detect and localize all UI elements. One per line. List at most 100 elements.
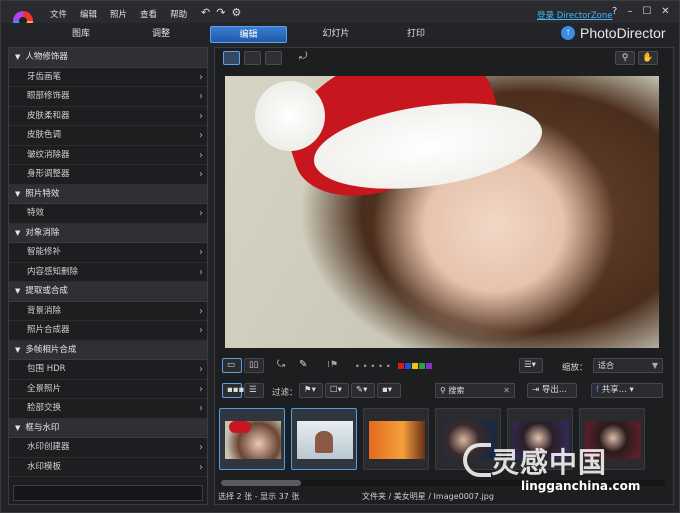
- chevron-right-icon: ›: [199, 247, 203, 258]
- tab-edit[interactable]: 编辑: [210, 26, 287, 43]
- section-header[interactable]: ▼ 人物修饰器: [9, 48, 207, 68]
- flag-filter-button[interactable]: ⚑▾: [299, 383, 323, 398]
- tab-library[interactable]: 图库: [51, 26, 111, 43]
- section-title: 提取或合成: [25, 286, 68, 296]
- tool-item[interactable]: 皮肤柔和器 ›: [9, 107, 207, 126]
- section-header[interactable]: ▼ 提取或合成: [9, 282, 207, 302]
- magnifier-icon[interactable]: ⚲: [615, 51, 635, 65]
- tool-item[interactable]: 智能修补 ›: [9, 243, 207, 263]
- edit-filter-button[interactable]: ✎▾: [351, 383, 375, 398]
- thumbnail[interactable]: [507, 408, 573, 470]
- clear-search-icon[interactable]: ✕: [503, 384, 510, 397]
- app-window: 文件 编辑 照片 查看 帮助 ↶ ↷ ⚙ 登录 DirectorZone ? –…: [0, 0, 680, 513]
- thumbnail[interactable]: [291, 408, 357, 470]
- tool-item[interactable]: 特效 ›: [9, 204, 207, 224]
- section-header[interactable]: ▼ 多帧相片合成: [9, 340, 207, 360]
- thumbnail[interactable]: [219, 408, 285, 470]
- tool-item[interactable]: 水印模板 ›: [9, 458, 207, 477]
- export-label: 导出...: [541, 385, 567, 395]
- brush-icon[interactable]: ✎: [299, 359, 307, 370]
- search-input[interactable]: ⚲ 搜索 ✕: [435, 383, 515, 398]
- upgrade-arrow-icon[interactable]: ↑: [561, 26, 575, 40]
- undo-icon[interactable]: ↶: [201, 6, 210, 19]
- view-grid-button[interactable]: [265, 51, 282, 65]
- collapse-triangle-icon: ▼: [15, 189, 21, 198]
- tool-item[interactable]: 身形调整器 ›: [9, 165, 207, 185]
- close-button[interactable]: ✕: [661, 6, 669, 17]
- rating-filter-button[interactable]: ☐▾: [325, 383, 349, 398]
- view-toolbar: ▭ ▯▯ ⤿ ✎ ⁞⚑ ••••• ☰▾ 缩放： 适合 ▼: [215, 356, 675, 376]
- menu-photo[interactable]: 照片: [110, 8, 127, 20]
- tool-item[interactable]: 牙齿画笔 ›: [9, 68, 207, 87]
- help-button[interactable]: ?: [612, 6, 617, 17]
- tool-item-label: 全景照片: [27, 383, 62, 394]
- photo-viewer[interactable]: [225, 76, 659, 348]
- flag-icon[interactable]: ⁞⚑: [327, 360, 338, 370]
- login-link[interactable]: 登录 DirectorZone: [537, 9, 613, 21]
- selection-status: 选择 2 张 - 显示 37 张: [218, 492, 300, 501]
- chevron-right-icon: ›: [199, 110, 203, 122]
- color-label-swatch[interactable]: [419, 363, 425, 369]
- menu-edit[interactable]: 编辑: [80, 8, 97, 20]
- tool-item-label: 皱纹消除器: [27, 149, 70, 160]
- rating-stars[interactable]: •••••: [355, 362, 394, 371]
- panel-bottom-field[interactable]: [13, 485, 203, 501]
- sort-button[interactable]: ☰▾: [519, 358, 543, 373]
- tool-item[interactable]: 皮肤色调 ›: [9, 126, 207, 146]
- single-view-button[interactable]: ▭: [222, 358, 242, 373]
- settings-gear-icon[interactable]: ⚙: [231, 6, 241, 19]
- color-label-swatch[interactable]: [412, 363, 418, 369]
- scrollbar-thumb[interactable]: [221, 480, 301, 486]
- chevron-right-icon: ›: [199, 305, 203, 317]
- menu-file[interactable]: 文件: [50, 8, 67, 20]
- menu-help[interactable]: 帮助: [170, 8, 187, 20]
- zoom-select[interactable]: 适合 ▼: [593, 358, 663, 373]
- tool-item[interactable]: 水印创建器 ›: [9, 438, 207, 458]
- section-header[interactable]: ▼ 照片特效: [9, 184, 207, 204]
- thumbnail[interactable]: [435, 408, 501, 470]
- hand-pan-icon[interactable]: ✋: [638, 51, 658, 65]
- tab-slideshow[interactable]: 幻灯片: [306, 26, 366, 43]
- color-filter-button[interactable]: ▪▾: [377, 383, 401, 398]
- split-view-button[interactable]: ▯▯: [244, 358, 264, 373]
- tab-print[interactable]: 打印: [386, 26, 446, 43]
- share-button[interactable]: f 共享... ▾: [591, 383, 663, 398]
- tool-item-label: 特效: [27, 208, 45, 218]
- tool-list: ▼ 人物修饰器 牙齿画笔 › 眼部修饰器 › 皮肤柔和器 › 皮肤色调 › 皱纹消除器 › 身形调整器 ›…: [9, 48, 207, 477]
- minimize-button[interactable]: –: [627, 6, 632, 17]
- color-label-swatch[interactable]: [398, 363, 404, 369]
- thumbnail-view-button[interactable]: ▪▪▪: [222, 383, 244, 398]
- maximize-button[interactable]: ☐: [642, 6, 651, 17]
- color-label-swatch[interactable]: [405, 363, 411, 369]
- section-header[interactable]: ▼ 框与水印: [9, 418, 207, 438]
- filmstrip-scrollbar[interactable]: [221, 480, 665, 486]
- tool-item[interactable]: 皱纹消除器 ›: [9, 146, 207, 165]
- tool-item-label: 包围 HDR: [27, 364, 66, 374]
- view-single-button[interactable]: [223, 51, 240, 65]
- color-labels[interactable]: [398, 362, 433, 372]
- tool-item[interactable]: 全景照片 ›: [9, 380, 207, 399]
- color-label-swatch[interactable]: [426, 363, 432, 369]
- chevron-right-icon: ›: [199, 91, 203, 102]
- menu-view[interactable]: 查看: [140, 8, 157, 20]
- section-title: 多帧相片合成: [25, 344, 77, 355]
- tool-item[interactable]: 眼部修饰器 ›: [9, 87, 207, 107]
- section-header[interactable]: ▼ 对象消除: [9, 223, 207, 243]
- view-compare-button[interactable]: [244, 51, 261, 65]
- search-placeholder: 搜索: [448, 386, 465, 395]
- thumbnail[interactable]: [363, 408, 429, 470]
- tab-adjust[interactable]: 调整: [131, 26, 191, 43]
- section-title: 照片特效: [25, 188, 60, 199]
- tool-item[interactable]: 内容感知删除 ›: [9, 263, 207, 282]
- tool-item[interactable]: 背景消除 ›: [9, 302, 207, 321]
- tool-item-label: 背景消除: [27, 305, 62, 316]
- crop-rotate-icon[interactable]: ⤾: [299, 51, 316, 65]
- rotate-icon[interactable]: ⤿: [277, 359, 285, 370]
- thumbnail[interactable]: [579, 408, 645, 470]
- tool-item[interactable]: 包围 HDR ›: [9, 360, 207, 380]
- tool-item[interactable]: 脸部交换 ›: [9, 399, 207, 419]
- tool-item[interactable]: 照片合成器 ›: [9, 321, 207, 341]
- list-view-button[interactable]: ☰: [244, 383, 264, 398]
- export-button[interactable]: ⇥ 导出...: [527, 383, 577, 398]
- redo-icon[interactable]: ↷: [216, 6, 225, 19]
